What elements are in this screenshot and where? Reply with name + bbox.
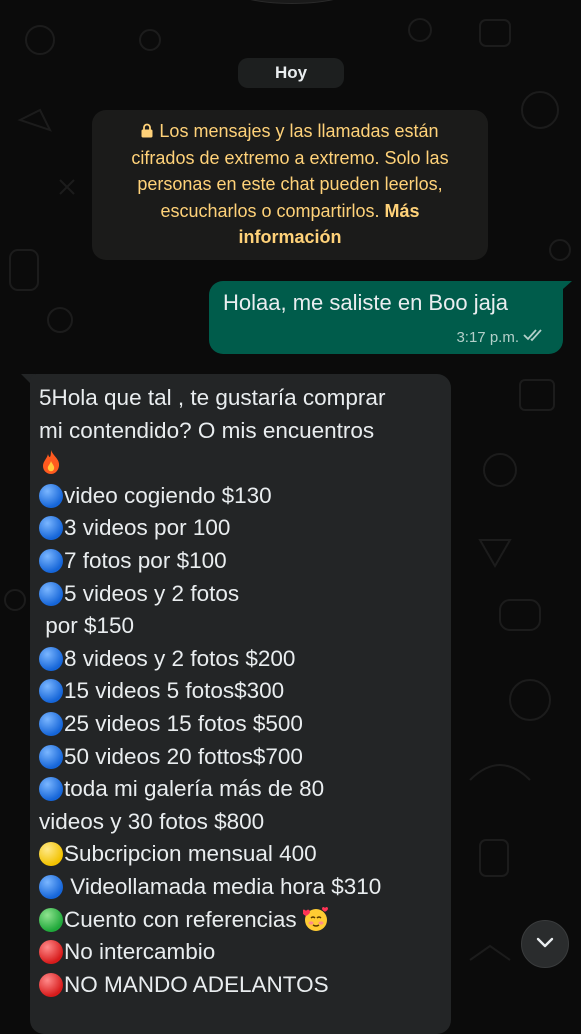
message-time: 3:17 p.m. bbox=[456, 328, 519, 346]
blue-circle-emoji bbox=[39, 516, 63, 541]
notice-line-4: escucharlos o compartirlos. bbox=[160, 200, 380, 221]
blue-circle-emoji bbox=[39, 483, 63, 508]
notice-line-3: personas en este chat pueden leerlos, bbox=[137, 174, 443, 194]
blue-circle-emoji bbox=[39, 711, 63, 736]
message-line: 5 videos y 2 fotos bbox=[39, 578, 441, 611]
message-line: 50 videos 20 fottos$700 bbox=[39, 741, 441, 774]
message-line: 15 videos 5 fotos$300 bbox=[39, 675, 441, 708]
message-meta: 3:17 p.m. bbox=[456, 328, 545, 346]
blue-circle-emoji bbox=[39, 646, 63, 671]
yellow-circle-emoji bbox=[39, 842, 63, 867]
message-line: video cogiendo $130 bbox=[39, 480, 441, 513]
message-line: Subcripcion mensual 400 bbox=[39, 838, 441, 871]
message-line: 8 videos y 2 fotos $200 bbox=[39, 643, 441, 676]
encryption-notice[interactable]: Los mensajes y las llamadas están cifrad… bbox=[92, 110, 488, 260]
incoming-message[interactable]: 5Hola que tal , te gustaría comprar mi c… bbox=[30, 374, 451, 1034]
message-line: NO MANDO ADELANTOS bbox=[39, 969, 441, 1002]
green-circle-emoji bbox=[39, 907, 63, 932]
chevron-down-icon bbox=[535, 935, 555, 953]
lock-icon bbox=[141, 119, 153, 138]
date-separator: Hoy bbox=[238, 58, 344, 88]
message-line: toda mi galería más de 80 bbox=[39, 773, 441, 806]
outgoing-message[interactable]: Holaa, me saliste en Boo jaja 3:17 p.m. bbox=[209, 281, 563, 354]
message-line: 7 fotos por $100 bbox=[39, 545, 441, 578]
message-line: 3 videos por 100 bbox=[39, 512, 441, 545]
message-line: mi contendido? O mis encuentros bbox=[39, 417, 375, 443]
more-info-link-1[interactable]: Más bbox=[385, 201, 420, 221]
blue-circle-emoji bbox=[39, 874, 63, 899]
smiling-hearts-emoji bbox=[301, 906, 328, 932]
notice-line-2: cifrados de extremo a extremo. Solo las bbox=[131, 147, 449, 168]
blue-circle-emoji bbox=[39, 777, 63, 802]
double-check-icon bbox=[523, 328, 545, 346]
message-line: por $150 bbox=[39, 613, 135, 639]
message-line bbox=[39, 447, 441, 480]
message-line: No intercambio bbox=[39, 936, 441, 969]
notice-line-1: Los mensajes y las llamadas están bbox=[159, 121, 439, 141]
blue-circle-emoji bbox=[39, 679, 63, 704]
scroll-to-bottom-button[interactable] bbox=[521, 920, 569, 968]
message-line: 25 videos 15 fotos $500 bbox=[39, 708, 441, 741]
message-line: videos y 30 fotos $800 bbox=[39, 808, 265, 834]
blue-circle-emoji bbox=[39, 548, 63, 573]
blue-circle-emoji bbox=[39, 744, 63, 769]
message-line: 5Hola que tal , te gustaría comprar bbox=[39, 385, 386, 410]
outgoing-message-text: Holaa, me saliste en Boo jaja bbox=[223, 290, 508, 315]
red-circle-emoji bbox=[39, 972, 63, 997]
red-circle-emoji bbox=[39, 940, 63, 965]
message-line: Videollamada media hora $310 bbox=[39, 871, 441, 904]
fire-emoji bbox=[39, 449, 63, 475]
message-line: Cuento con referencias bbox=[39, 904, 441, 937]
more-info-link-2[interactable]: información bbox=[238, 227, 341, 247]
blue-circle-emoji bbox=[39, 581, 63, 606]
outgoing-bubble-tail bbox=[554, 281, 572, 297]
